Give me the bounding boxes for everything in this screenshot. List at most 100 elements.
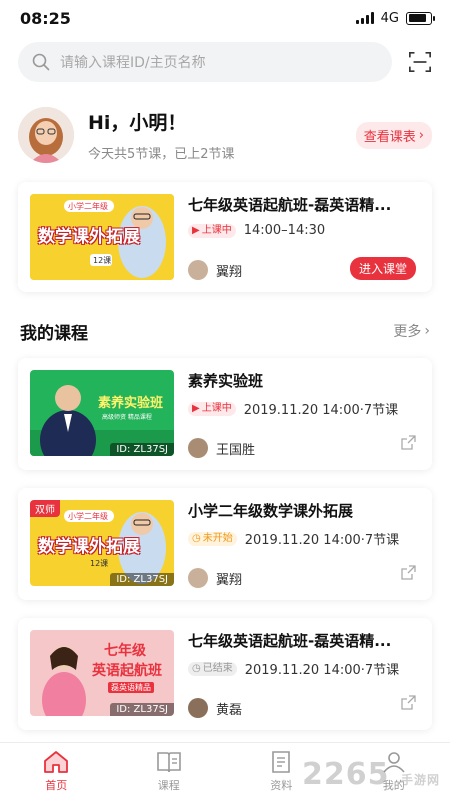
teacher-avatar bbox=[188, 438, 208, 458]
course-thumbnail: 七年级 英语起航班 磊英语精品 ID: ZL37SJ bbox=[30, 630, 174, 716]
teacher-avatar bbox=[188, 568, 208, 588]
greeting-title: Hi，小明！ bbox=[88, 112, 187, 134]
search-row: 请输入课程ID/主页名称 bbox=[0, 36, 450, 82]
signal-icon bbox=[355, 12, 374, 24]
section-title: 我的课程 bbox=[20, 323, 88, 344]
live-course-time: 14:00–14:30 bbox=[243, 223, 326, 238]
status-badge: ◷ 已结束 bbox=[188, 661, 237, 676]
book-icon bbox=[156, 752, 181, 773]
thumb-line2: 数学课外拓展 bbox=[38, 227, 140, 247]
thumb-line2: 英语起航班 bbox=[92, 663, 162, 679]
teacher-avatar bbox=[188, 698, 208, 718]
course-thumbnail: 小学二年级 数学课外拓展 12课 双师 ID: ZL37SJ bbox=[30, 500, 174, 586]
scan-icon[interactable] bbox=[408, 49, 432, 75]
status-icons: 4G bbox=[355, 10, 435, 26]
my-courses-header: 我的课程 更多 › bbox=[0, 318, 450, 344]
course-id: ID: ZL37SJ bbox=[110, 573, 174, 586]
share-icon[interactable] bbox=[401, 695, 416, 710]
teacher-name: 黄磊 bbox=[216, 702, 243, 718]
enter-classroom-button[interactable]: 进入课堂 bbox=[349, 257, 416, 280]
course-teacher: 王国胜 bbox=[188, 438, 420, 458]
course-title: 素养实验班 bbox=[188, 372, 264, 390]
watermark-sub: 手游网 bbox=[400, 773, 440, 787]
status-badge: ◷ 未开始 bbox=[188, 531, 237, 546]
course-date: 2019.11.20 14:00·7节课 bbox=[244, 533, 400, 548]
course-info: 七年级英语起航班-磊英语精... ◷ 已结束 2019.11.20 14:00·… bbox=[188, 630, 420, 718]
search-input[interactable]: 请输入课程ID/主页名称 bbox=[18, 41, 392, 82]
home-icon bbox=[44, 751, 69, 773]
course-thumbnail: 素养实验班 高级师资 精品课程 ID: ZL37SJ bbox=[30, 370, 174, 456]
document-icon bbox=[272, 751, 291, 773]
thumb-line1: 小学二年级 bbox=[68, 202, 108, 211]
status-badge: ▶ 上课中 bbox=[188, 401, 236, 416]
tab-label: 课程 bbox=[157, 779, 180, 792]
course-meta: ◷ 已结束 2019.11.20 14:00·7节课 bbox=[188, 659, 420, 678]
live-course-title: 七年级英语起航班-磊英语精... bbox=[188, 196, 392, 214]
teacher-name: 王国胜 bbox=[216, 442, 256, 458]
course-title: 小学二年级数学课外拓展 bbox=[188, 502, 354, 520]
live-course-card[interactable]: 小学二年级 数学课外拓展 12课 七年级英语起航班-磊英语精... ▶ 上课中 … bbox=[18, 182, 432, 292]
course-info: 小学二年级数学课外拓展 ◷ 未开始 2019.11.20 14:00·7节课 翼… bbox=[188, 500, 420, 588]
thumb-line2: 数学课外拓展 bbox=[38, 537, 140, 557]
thumb-line1: 小学二年级 bbox=[68, 512, 108, 521]
share-icon[interactable] bbox=[401, 435, 416, 450]
more-link[interactable]: 更多 › bbox=[393, 321, 430, 341]
course-card[interactable]: 小学二年级 数学课外拓展 12课 双师 ID: ZL37SJ 小学二年级数学课外… bbox=[18, 488, 432, 600]
tab-label: 首页 bbox=[45, 779, 68, 792]
course-id: ID: ZL37SJ bbox=[110, 443, 174, 456]
thumb-line3: 磊英语精品 bbox=[108, 682, 154, 693]
course-meta: ▶ 上课中 2019.11.20 14:00·7节课 bbox=[188, 399, 420, 418]
course-title: 七年级英语起航班-磊英语精... bbox=[188, 632, 392, 650]
chevron-right-icon: › bbox=[424, 323, 430, 339]
teacher-name: 翼翔 bbox=[216, 572, 243, 588]
status-label: 上课中 bbox=[201, 224, 232, 236]
chevron-right-icon: › bbox=[418, 127, 424, 143]
view-schedule-label: 查看课表 bbox=[363, 129, 416, 145]
greeting-text: Hi，小明！ 今天共5节课，已上2节课 bbox=[88, 108, 356, 162]
thumb-line1: 七年级 bbox=[104, 643, 146, 659]
course-date: 2019.11.20 14:00·7节课 bbox=[243, 403, 399, 418]
status-label: 上课中 bbox=[201, 402, 232, 414]
course-info: 素养实验班 ▶ 上课中 2019.11.20 14:00·7节课 王国胜 bbox=[188, 370, 420, 458]
watermark-logo: 2265 手游网 bbox=[302, 757, 440, 792]
tab-home[interactable]: 首页 bbox=[0, 743, 113, 800]
clock-icon: ◷ bbox=[192, 662, 201, 674]
tab-courses[interactable]: 课程 bbox=[113, 743, 226, 800]
greeting: Hi，小明！ 今天共5节课，已上2节课 查看课表 › bbox=[0, 82, 450, 166]
clock-icon: ◷ bbox=[192, 532, 201, 544]
battery-icon bbox=[406, 11, 435, 25]
teacher-avatar bbox=[188, 260, 208, 280]
course-date: 2019.11.20 14:00·7节课 bbox=[244, 663, 400, 678]
network-type: 4G bbox=[380, 10, 399, 26]
thumb-line3: 12课 bbox=[93, 256, 112, 265]
tab-label: 资料 bbox=[270, 779, 293, 792]
live-icon: ▶ bbox=[192, 402, 200, 414]
dual-teacher-badge: 双师 bbox=[30, 500, 60, 517]
status-badge: ▶ 上课中 bbox=[188, 223, 236, 238]
course-id: ID: ZL37SJ bbox=[110, 703, 174, 716]
avatar[interactable] bbox=[18, 107, 74, 163]
thumb-line1: 素养实验班 bbox=[98, 396, 164, 411]
course-card[interactable]: 七年级 英语起航班 磊英语精品 ID: ZL37SJ 七年级英语起航班-磊英语精… bbox=[18, 618, 432, 730]
thumb-line3: 12课 bbox=[90, 559, 109, 568]
live-icon: ▶ bbox=[192, 224, 200, 236]
status-time: 08:25 bbox=[20, 8, 71, 28]
course-teacher: 翼翔 bbox=[188, 568, 420, 588]
teacher-name: 翼翔 bbox=[216, 264, 243, 280]
course-teacher: 黄磊 bbox=[188, 698, 420, 718]
status-bar: 08:25 4G bbox=[0, 0, 450, 36]
greeting-subtitle: 今天共5节课，已上2节课 bbox=[88, 147, 235, 162]
more-label: 更多 bbox=[393, 324, 422, 340]
view-schedule-button[interactable]: 查看课表 › bbox=[355, 121, 432, 149]
status-label: 未开始 bbox=[202, 532, 233, 544]
thumb-line2: 高级师资 精品课程 bbox=[102, 414, 152, 421]
course-card[interactable]: 素养实验班 高级师资 精品课程 ID: ZL37SJ 素养实验班 ▶ 上课中 2… bbox=[18, 358, 432, 470]
live-course-meta: ▶ 上课中 14:00–14:30 bbox=[188, 223, 420, 238]
status-label: 已结束 bbox=[202, 662, 233, 674]
share-icon[interactable] bbox=[401, 565, 416, 580]
search-placeholder: 请输入课程ID/主页名称 bbox=[60, 54, 206, 71]
search-icon bbox=[32, 53, 50, 70]
watermark-brand: 2265 bbox=[302, 757, 390, 792]
live-course-thumbnail: 小学二年级 数学课外拓展 12课 bbox=[30, 194, 174, 280]
course-meta: ◷ 未开始 2019.11.20 14:00·7节课 bbox=[188, 529, 420, 548]
